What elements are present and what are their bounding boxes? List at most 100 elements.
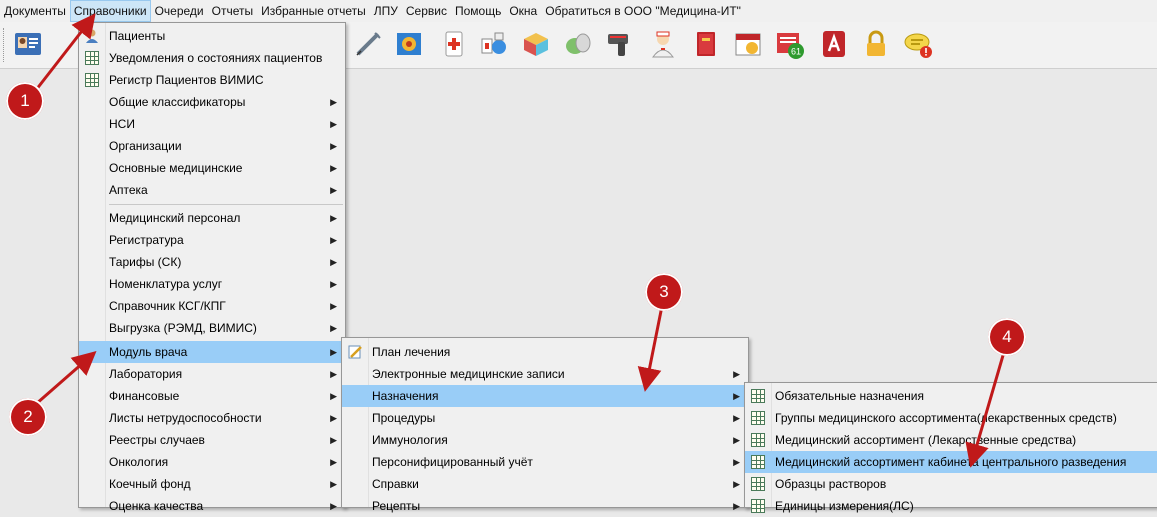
menu-help[interactable]: Помощь xyxy=(451,0,505,22)
notification-count: 61 xyxy=(791,47,801,57)
submenu-arrow-icon: ▶ xyxy=(330,435,337,445)
menu-item-general-classifiers[interactable]: Общие классификаторы ▶ xyxy=(79,91,345,113)
submenu-arrow-icon: ▶ xyxy=(330,391,337,401)
menu-item-export[interactable]: Выгрузка (РЭМД, ВИМИС) ▶ xyxy=(79,317,345,339)
submenu-arrow-icon: ▶ xyxy=(330,97,337,107)
menu-item-label: НСИ xyxy=(109,117,135,131)
menu-item-basic-medical[interactable]: Основные медицинские ▶ xyxy=(79,157,345,179)
menu-documents[interactable]: Документы xyxy=(0,0,70,22)
menu-item-label: Коечный фонд xyxy=(109,477,191,491)
menu-item-label: Основные медицинские xyxy=(109,161,243,175)
menu-item-medical-staff[interactable]: Медицинский персонал ▶ xyxy=(79,207,345,229)
menu-item-vimis-register[interactable]: Регистр Пациентов ВИМИС xyxy=(79,69,345,91)
schedule-icon[interactable] xyxy=(393,27,425,61)
menu-item-certificates[interactable]: Справки ▶ xyxy=(342,473,748,495)
menu-lpu[interactable]: ЛПУ xyxy=(370,0,402,22)
menu-item-label: Медицинский ассортимент (Лекарственные с… xyxy=(775,433,1077,447)
menu-item-label: Иммунология xyxy=(372,433,448,447)
barcode-scanner-icon[interactable] xyxy=(603,27,635,61)
menu-item-label: Процедуры xyxy=(372,411,436,425)
prescriptions-submenu: Обязательные назначения Группы медицинск… xyxy=(744,382,1157,513)
menu-windows[interactable]: Окна xyxy=(505,0,541,22)
pdf-icon[interactable] xyxy=(818,27,850,61)
submenu-arrow-icon: ▶ xyxy=(733,435,740,445)
menu-item-patients[interactable]: Пациенты xyxy=(79,25,345,47)
menu-item-recipes[interactable]: Рецепты ▶ xyxy=(342,495,748,517)
patient-card-icon[interactable] xyxy=(12,27,44,61)
menu-directories[interactable]: Справочники xyxy=(69,0,151,22)
menu-item-bed-fund[interactable]: Коечный фонд ▶ xyxy=(79,473,345,495)
menu-contact-vendor[interactable]: Обратиться в ООО "Медицина-ИТ" xyxy=(541,0,745,22)
menu-item-treatment-plan[interactable]: План лечения xyxy=(342,341,748,363)
menu-item-prescriptions[interactable]: Назначения ▶ xyxy=(342,385,748,407)
book-icon[interactable] xyxy=(690,27,722,61)
menu-item-solution-samples[interactable]: Образцы растворов xyxy=(745,473,1157,495)
menu-item-label: Номенклатура услуг xyxy=(109,277,223,291)
menu-item-tariffs[interactable]: Тарифы (СК) ▶ xyxy=(79,251,345,273)
callout-badge-1: 1 xyxy=(6,82,44,120)
menu-item-laboratory[interactable]: Лаборатория ▶ xyxy=(79,363,345,385)
submenu-arrow-icon: ▶ xyxy=(330,279,337,289)
menu-item-nsi[interactable]: НСИ ▶ xyxy=(79,113,345,135)
menu-queues[interactable]: Очереди xyxy=(151,0,208,22)
submenu-arrow-icon: ▶ xyxy=(330,141,337,151)
menu-favorite-reports[interactable]: Избранные отчеты xyxy=(257,0,370,22)
syringe-icon[interactable] xyxy=(352,27,384,61)
calendar-icon[interactable] xyxy=(732,27,764,61)
menu-item-oncology[interactable]: Онкология ▶ xyxy=(79,451,345,473)
menu-separator xyxy=(109,204,343,205)
package-icon[interactable] xyxy=(520,27,552,61)
lab-icon[interactable] xyxy=(478,27,510,61)
table-icon xyxy=(750,388,766,404)
menu-item-organizations[interactable]: Организации ▶ xyxy=(79,135,345,157)
menu-item-financial[interactable]: Финансовые ▶ xyxy=(79,385,345,407)
menu-item-case-registries[interactable]: Реестры случаев ▶ xyxy=(79,429,345,451)
menu-item-registry[interactable]: Регистратура ▶ xyxy=(79,229,345,251)
menu-item-label: Пациенты xyxy=(109,29,166,43)
submenu-arrow-icon: ▶ xyxy=(330,163,337,173)
menu-item-procedures[interactable]: Процедуры ▶ xyxy=(342,407,748,429)
menu-service[interactable]: Сервис xyxy=(402,0,451,22)
toolbar-grip[interactable] xyxy=(3,28,7,62)
chat-icon[interactable] xyxy=(902,27,934,61)
submenu-arrow-icon: ▶ xyxy=(330,347,337,357)
menu-item-quality-assessment[interactable]: Оценка качества ▶ xyxy=(79,495,345,517)
user-icon xyxy=(84,28,100,44)
menu-item-mandatory-prescriptions[interactable]: Обязательные назначения xyxy=(745,385,1157,407)
menu-item-emr[interactable]: Электронные медицинские записи ▶ xyxy=(342,363,748,385)
menu-item-label: Регистратура xyxy=(109,233,184,247)
menu-item-central-dilution-assortment[interactable]: Медицинский ассортимент кабинета централ… xyxy=(745,451,1157,473)
menu-item-units[interactable]: Единицы измерения(ЛС) xyxy=(745,495,1157,517)
menu-reports[interactable]: Отчеты xyxy=(208,0,257,22)
menu-item-doctor-module[interactable]: Модуль врача ▶ xyxy=(79,341,345,363)
menu-item-ksg-kpg[interactable]: Справочник КСГ/КПГ ▶ xyxy=(79,295,345,317)
menu-item-patient-notifications[interactable]: Уведомления о состояниях пациентов xyxy=(79,47,345,69)
menu-item-label: Реестры случаев xyxy=(109,433,205,447)
menu-item-immunology[interactable]: Иммунология ▶ xyxy=(342,429,748,451)
pills-icon[interactable] xyxy=(562,27,594,61)
notifications-icon[interactable]: 61 xyxy=(774,27,806,61)
lock-icon[interactable] xyxy=(860,27,892,61)
submenu-arrow-icon: ▶ xyxy=(330,257,337,267)
table-icon xyxy=(750,432,766,448)
menu-item-label: Аптека xyxy=(109,183,148,197)
menu-item-sick-leave[interactable]: Листы нетрудоспособности ▶ xyxy=(79,407,345,429)
nurse-icon[interactable] xyxy=(647,27,679,61)
submenu-arrow-icon: ▶ xyxy=(733,413,740,423)
menu-item-assortment-groups[interactable]: Группы медицинского ассортимента(лекарст… xyxy=(745,407,1157,429)
menu-item-label: План лечения xyxy=(372,345,451,359)
menu-item-pharmacy[interactable]: Аптека ▶ xyxy=(79,179,345,201)
table-icon xyxy=(84,50,100,66)
menu-item-label: Онкология xyxy=(109,455,169,469)
menu-item-personalized-accounting[interactable]: Персонифицированный учёт ▶ xyxy=(342,451,748,473)
menu-item-label: Единицы измерения(ЛС) xyxy=(775,499,914,513)
directories-dropdown: Пациенты Уведомления о состояниях пациен… xyxy=(78,22,346,513)
menu-item-label: Медицинский ассортимент кабинета централ… xyxy=(775,455,1127,469)
menu-item-label: Регистр Пациентов ВИМИС xyxy=(109,73,264,87)
menu-item-services-nomenclature[interactable]: Номенклатура услуг ▶ xyxy=(79,273,345,295)
menu-item-label: Электронные медицинские записи xyxy=(372,367,565,381)
submenu-arrow-icon: ▶ xyxy=(733,479,740,489)
first-aid-icon[interactable] xyxy=(438,27,470,61)
menu-item-medical-assortment[interactable]: Медицинский ассортимент (Лекарственные с… xyxy=(745,429,1157,451)
menu-item-label: Общие классификаторы xyxy=(109,95,246,109)
